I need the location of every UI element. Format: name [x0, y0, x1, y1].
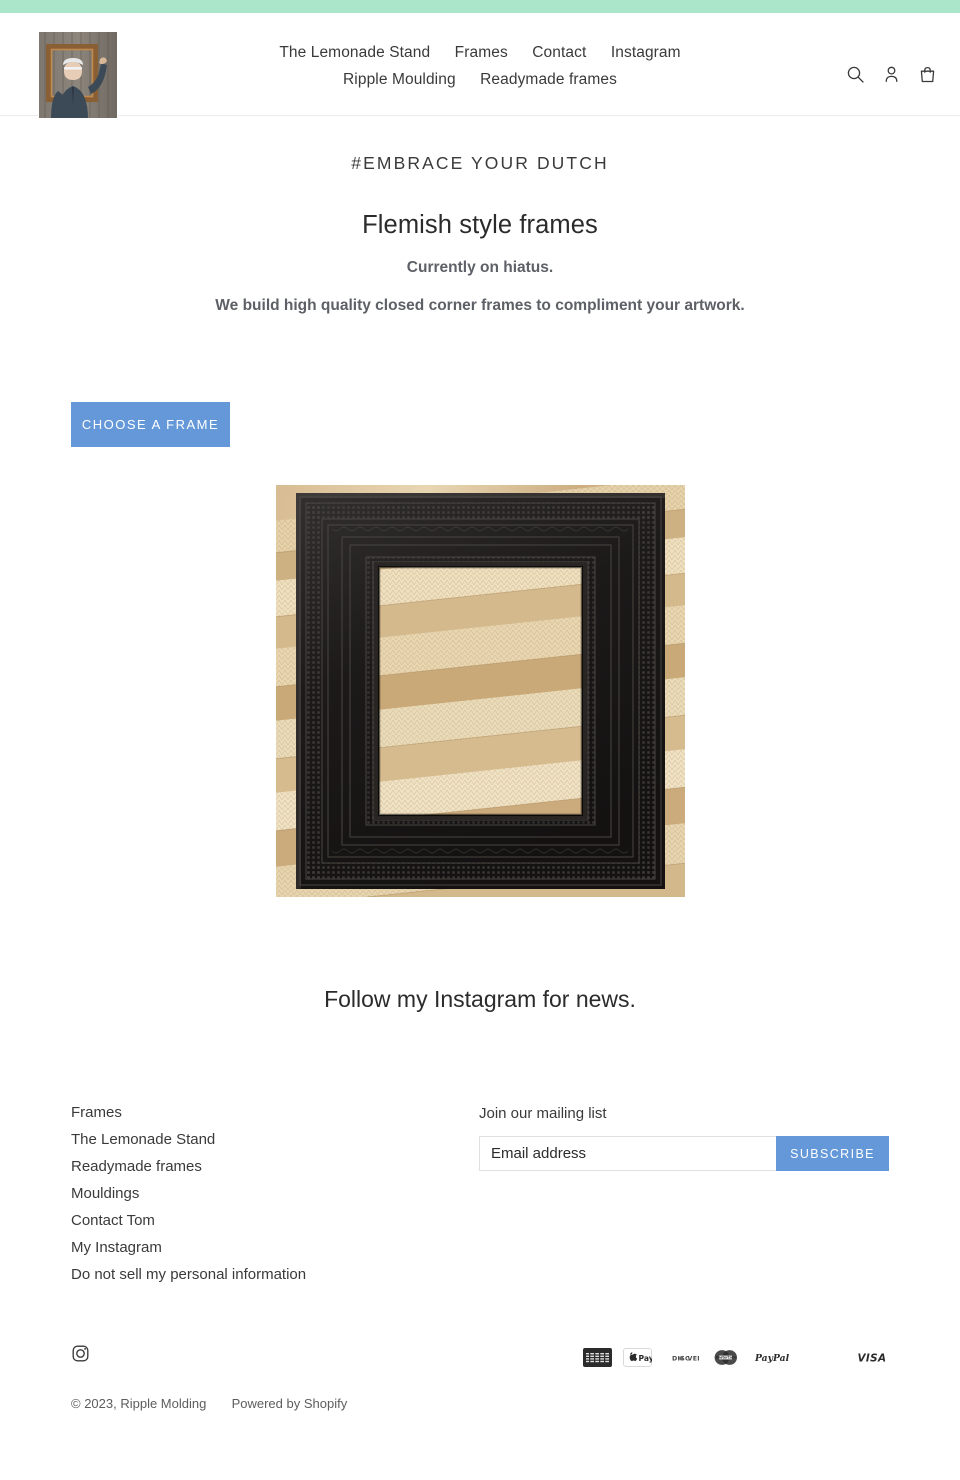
email-input[interactable]	[479, 1136, 776, 1171]
footer-item-do-not-sell: Do not sell my personal information	[71, 1261, 479, 1288]
hero-subtitle-description: We build high quality closed corner fram…	[215, 297, 745, 314]
cta-container: CHOOSE A FRAME	[0, 402, 960, 447]
footer-menu: Frames The Lemonade Stand Readymade fram…	[71, 1099, 479, 1288]
main-content: #EMBRACE YOUR DUTCH Flemish style frames…	[0, 153, 960, 1013]
payment-methods: Pay DISC VER MasterCard	[583, 1348, 889, 1367]
copyright-row: © 2023, Ripple Molding Powered by Shopif…	[71, 1396, 347, 1411]
svg-text:VISA: VISA	[857, 1353, 886, 1365]
american-express-icon	[583, 1348, 612, 1367]
footer-item-readymade-frames: Readymade frames	[71, 1153, 479, 1180]
subscribe-button[interactable]: SUBSCRIBE	[776, 1136, 889, 1171]
site-footer: Frames The Lemonade Stand Readymade fram…	[0, 1099, 960, 1444]
site-header: The Lemonade Stand Frames Contact Instag…	[0, 13, 960, 119]
visa-icon: VISA	[855, 1348, 889, 1367]
social-links	[71, 1344, 90, 1368]
announcement-bar	[0, 0, 960, 13]
nav-item-contact[interactable]: Contact	[532, 39, 586, 66]
hero-subtitle-hiatus: Currently on hiatus.	[406, 259, 554, 276]
footer-link-mouldings[interactable]: Mouldings	[71, 1180, 139, 1207]
footer-item-my-instagram: My Instagram	[71, 1234, 479, 1261]
footer-columns: Frames The Lemonade Stand Readymade fram…	[0, 1099, 960, 1288]
footer-item-the-lemonade-stand: The Lemonade Stand	[71, 1126, 479, 1153]
footer-item-mouldings: Mouldings	[71, 1180, 479, 1207]
nav-item-frames[interactable]: Frames	[455, 39, 508, 66]
instagram-section-heading: Follow my Instagram for news.	[324, 986, 636, 1012]
nav-row-2: Ripple Moulding Readymade frames	[0, 66, 960, 93]
newsletter-form: SUBSCRIBE	[479, 1136, 889, 1171]
footer-link-frames[interactable]: Frames	[71, 1099, 122, 1126]
svg-text:Pay: Pay	[639, 1354, 653, 1363]
hero-frame-image	[275, 485, 685, 897]
hero-kicker: #EMBRACE YOUR DUTCH	[351, 153, 609, 173]
footer-link-contact-tom[interactable]: Contact Tom	[71, 1207, 155, 1234]
cart-icon[interactable]	[916, 63, 938, 85]
nav-item-readymade-frames[interactable]: Readymade frames	[480, 66, 617, 93]
main-navigation: The Lemonade Stand Frames Contact Instag…	[0, 39, 960, 93]
footer-link-do-not-sell-my-personal-information[interactable]: Do not sell my personal information	[71, 1261, 306, 1288]
page-title: Flemish style frames	[362, 211, 598, 239]
svg-text:MasterCard: MasterCard	[715, 1356, 735, 1360]
copyright-text: © 2023, Ripple Molding	[71, 1396, 207, 1411]
footer-item-frames: Frames	[71, 1099, 479, 1126]
nav-item-the-lemonade-stand[interactable]: The Lemonade Stand	[279, 39, 430, 66]
apple-pay-icon: Pay	[623, 1348, 652, 1367]
nav-item-ripple-moulding[interactable]: Ripple Moulding	[343, 66, 456, 93]
nav-row-1: The Lemonade Stand Frames Contact Instag…	[0, 39, 960, 66]
nav-item-instagram[interactable]: Instagram	[611, 39, 681, 66]
newsletter-signup: Join our mailing list SUBSCRIBE	[479, 1099, 889, 1288]
svg-text:PayPal: PayPal	[754, 1353, 790, 1364]
footer-link-my-instagram[interactable]: My Instagram	[71, 1234, 162, 1261]
instagram-icon[interactable]	[71, 1344, 90, 1363]
account-icon[interactable]	[880, 63, 902, 85]
discover-icon: DISC VER	[663, 1348, 699, 1367]
mastercard-icon: MasterCard	[710, 1348, 741, 1367]
footer-link-the-lemonade-stand[interactable]: The Lemonade Stand	[71, 1126, 215, 1153]
paypal-icon: PayPal	[752, 1348, 790, 1367]
footer-link-readymade-frames[interactable]: Readymade frames	[71, 1153, 202, 1180]
search-icon[interactable]	[844, 63, 866, 85]
powered-by-shopify-link[interactable]: Powered by Shopify	[232, 1396, 348, 1411]
newsletter-title: Join our mailing list	[479, 1105, 607, 1122]
header-icon-group	[844, 63, 938, 85]
footer-item-contact-tom: Contact Tom	[71, 1207, 479, 1234]
svg-text:VER: VER	[688, 1355, 699, 1362]
footer-bottom: Pay DISC VER MasterCard	[0, 1344, 960, 1444]
choose-a-frame-button[interactable]: CHOOSE A FRAME	[71, 402, 230, 447]
